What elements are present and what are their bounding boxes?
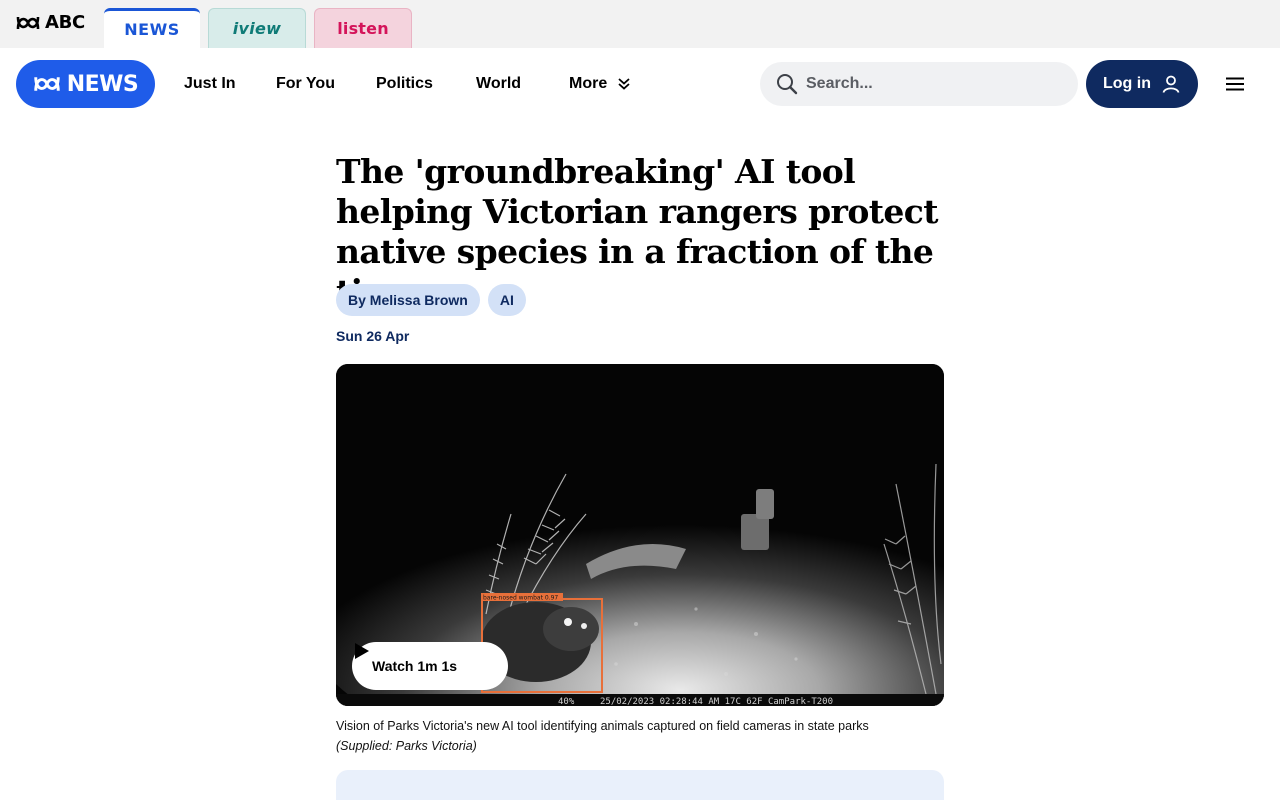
author-name: By Melissa Brown [348,292,468,308]
article-tags: By Melissa Brown AI [336,284,526,316]
tab-listen[interactable]: listen [314,8,412,48]
nav-world[interactable]: World [476,72,521,96]
tab-listen-label: listen [337,19,389,38]
watch-label: Watch 1m 1s [372,658,458,674]
news-logo-text: NEWS [66,71,139,97]
abc-lissajous-icon [34,77,60,91]
network-bar: ABC NEWS iview listen [0,0,1280,48]
battery-readout: 40% [558,697,575,706]
nav-for-you[interactable]: For You [276,72,335,96]
tab-iview-label: iview [232,19,282,38]
hamburger-icon [1226,77,1244,91]
caption-text: Vision of Parks Victoria's new AI tool i… [336,719,869,733]
article-date: Sun 26 Apr [336,328,410,344]
camera-timestamp: 25/02/2023 02:28:44 AM 17C 62F CamPark-T… [600,697,833,706]
hamburger-menu-button[interactable] [1222,72,1248,96]
nav-world-label: World [476,75,522,92]
double-chevron-down-icon [618,78,630,90]
topic-chip[interactable]: AI [487,284,526,316]
nav-just-in[interactable]: Just In [184,72,236,96]
abc-logo[interactable]: ABC [16,13,85,33]
caption-credit: (Supplied: Parks Victoria) [336,739,477,753]
nav-for-you-label: For You [276,75,335,92]
nav-politics-label: Politics [376,75,433,92]
play-icon [355,643,369,659]
nav-politics[interactable]: Politics [376,72,433,96]
nav-more-label: More [569,75,608,92]
abc-news-logo[interactable]: NEWS [16,60,155,108]
site-header: NEWS Just In For You Politics World More… [0,48,1280,120]
watch-video-button[interactable]: Watch 1m 1s [352,642,508,690]
nav-just-in-label: Just In [184,75,236,92]
login-label: Log in [1103,75,1151,92]
search-input[interactable] [806,75,1056,93]
tab-news-label: NEWS [124,20,180,39]
detection-label: bare-nosed wombat 0.97 [483,595,558,602]
abc-logo-text: ABC [45,12,85,33]
abc-lissajous-icon [16,16,40,30]
topic-name: AI [499,292,514,308]
search-icon [777,74,798,95]
tab-iview[interactable]: iview [208,8,306,48]
info-panel [336,770,944,800]
login-button[interactable]: Log in [1086,60,1198,108]
tab-news[interactable]: NEWS [104,8,200,48]
video-caption: Vision of Parks Victoria's new AI tool i… [336,716,944,756]
author-chip[interactable]: By Melissa Brown [336,284,480,316]
search-box[interactable] [760,62,1078,106]
nav-more-button[interactable]: More [569,72,631,96]
video-player[interactable]: bare-nosed wombat 0.97 40% 25/02/2023 02… [336,364,944,706]
user-icon [1162,75,1180,93]
